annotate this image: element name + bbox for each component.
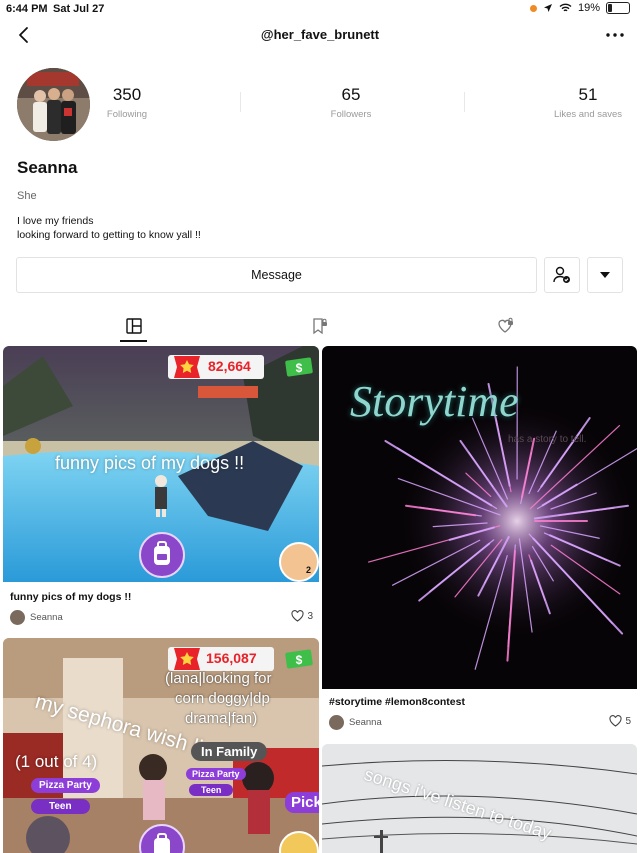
- wifi-icon: [559, 3, 572, 12]
- stat-following-value: 350: [112, 85, 142, 104]
- top-nav: @her_fave_brunett: [0, 22, 640, 50]
- post-thumbnail[interactable]: songs i've listen to today: [322, 744, 637, 853]
- post-meta: Seanna 3: [10, 610, 313, 626]
- pick-button: Pick: [285, 792, 319, 813]
- user-check-icon: [553, 266, 570, 283]
- pet-slot-icon: [279, 542, 319, 582]
- tab-posts[interactable]: [120, 315, 148, 337]
- profile-name: Seanna: [17, 158, 78, 177]
- author-avatar[interactable]: [10, 610, 25, 625]
- money-icon: $: [285, 649, 313, 669]
- battery-percent: 19%: [577, 2, 600, 14]
- post-card[interactable]: Storytime has a story to tell. #storytim…: [322, 346, 637, 738]
- post-thumbnail[interactable]: 156,087 $ my sephora wish list (lana|loo…: [3, 638, 319, 853]
- storytime-subtitle: has a story to tell.: [508, 434, 587, 445]
- teen-chip: Teen: [31, 799, 90, 814]
- overlay-tag: (lana|looking for: [165, 670, 272, 687]
- status-time: 6:44 PM: [6, 3, 48, 15]
- caret-down-icon: [600, 272, 610, 278]
- like-button[interactable]: 5: [609, 715, 631, 727]
- stat-followers-value: 65: [341, 85, 361, 104]
- author-name[interactable]: Seanna: [349, 717, 382, 728]
- profile-stats: 350 Following 65 Followers 51 Likes and …: [97, 85, 637, 125]
- pizza-party-chip: Pizza Party: [186, 768, 246, 780]
- post-thumbnail[interactable]: 82,664 $ funny pics of my dogs !! 2: [3, 346, 319, 582]
- post-card[interactable]: songs i've listen to today: [322, 744, 637, 853]
- in-family-chip: In Family: [191, 742, 268, 761]
- stat-followers[interactable]: 65 Followers: [301, 85, 401, 120]
- like-count: 3: [307, 610, 313, 622]
- tab-saved[interactable]: [306, 315, 334, 337]
- location-arrow-icon: [543, 4, 552, 12]
- coins-value: 82,664: [208, 358, 251, 374]
- backpack-icon: [139, 532, 185, 578]
- like-button[interactable]: 3: [291, 610, 313, 622]
- coins-value: 156,087: [206, 650, 257, 666]
- battery-icon: [606, 2, 630, 14]
- stat-likes-label: Likes and saves: [553, 109, 623, 120]
- overlay-tag: corn doggy|dp: [175, 690, 270, 707]
- profile-pronouns: She: [17, 190, 37, 202]
- overlay-tag: drama|fan): [185, 710, 258, 727]
- more-actions-dropdown[interactable]: [587, 257, 623, 293]
- active-tab-indicator: [120, 340, 147, 342]
- author-name[interactable]: Seanna: [30, 612, 63, 623]
- bio-line: looking forward to getting to know yall …: [17, 229, 201, 241]
- like-count: 5: [625, 715, 631, 727]
- stat-likes-value: 51: [578, 85, 598, 104]
- status-date: Sat Jul 27: [53, 3, 105, 15]
- post-caption: #storytime #lemon8contest: [329, 696, 465, 708]
- bio-line: I love my friends: [17, 215, 94, 227]
- profile-username: @her_fave_brunett: [260, 27, 380, 42]
- profile-tabs: [0, 311, 640, 343]
- message-button[interactable]: Message: [16, 257, 537, 293]
- backpack-icon: [139, 824, 185, 853]
- star-badge-icon: [174, 356, 200, 378]
- stat-followers-label: Followers: [330, 109, 372, 120]
- stat-divider: [240, 92, 241, 112]
- coins-counter: 82,664: [168, 355, 264, 379]
- star-badge-icon: [174, 648, 200, 670]
- svg-text:$: $: [296, 361, 303, 375]
- tab-liked[interactable]: [492, 315, 520, 337]
- recording-dot-icon: [529, 4, 537, 12]
- grid-icon: [126, 318, 142, 334]
- overlay-subtitle: (1 out of 4): [15, 752, 98, 771]
- storytime-title: Storytime: [350, 377, 519, 426]
- status-bar: 6:44 PM Sat Jul 27 19%: [0, 0, 640, 18]
- money-icon: $: [285, 357, 313, 377]
- stat-following[interactable]: 350 Following: [77, 85, 177, 120]
- coins-counter: 156,087: [168, 647, 274, 671]
- status-right: 19%: [529, 2, 630, 14]
- teen-chip: Teen: [189, 784, 234, 796]
- post-thumbnail[interactable]: Storytime has a story to tell.: [322, 346, 637, 689]
- post-caption: funny pics of my dogs !!: [10, 591, 132, 603]
- post-card[interactable]: 156,087 $ my sephora wish list (lana|loo…: [3, 638, 319, 853]
- pizza-party-chip: Pizza Party: [31, 778, 100, 793]
- more-options-icon[interactable]: [604, 24, 626, 46]
- stat-divider: [464, 92, 465, 112]
- thumbnail-overlay-text: funny pics of my dogs !!: [55, 453, 245, 473]
- stat-following-label: Following: [106, 109, 148, 120]
- post-card[interactable]: 82,664 $ funny pics of my dogs !! 2 funn…: [3, 346, 319, 628]
- stat-likes[interactable]: 51 Likes and saves: [538, 85, 638, 120]
- svg-text:$: $: [296, 653, 303, 667]
- heart-icon: [291, 610, 304, 622]
- follow-status-button[interactable]: [544, 257, 580, 293]
- author-avatar[interactable]: [329, 715, 344, 730]
- heart-lock-icon: [498, 317, 513, 333]
- post-meta: Seanna 5: [329, 715, 631, 731]
- heart-icon: [609, 715, 622, 727]
- bookmark-lock-icon: [313, 318, 327, 335]
- profile-bio: I love my friends looking forward to get…: [17, 214, 201, 242]
- count-badge: 2: [306, 565, 312, 575]
